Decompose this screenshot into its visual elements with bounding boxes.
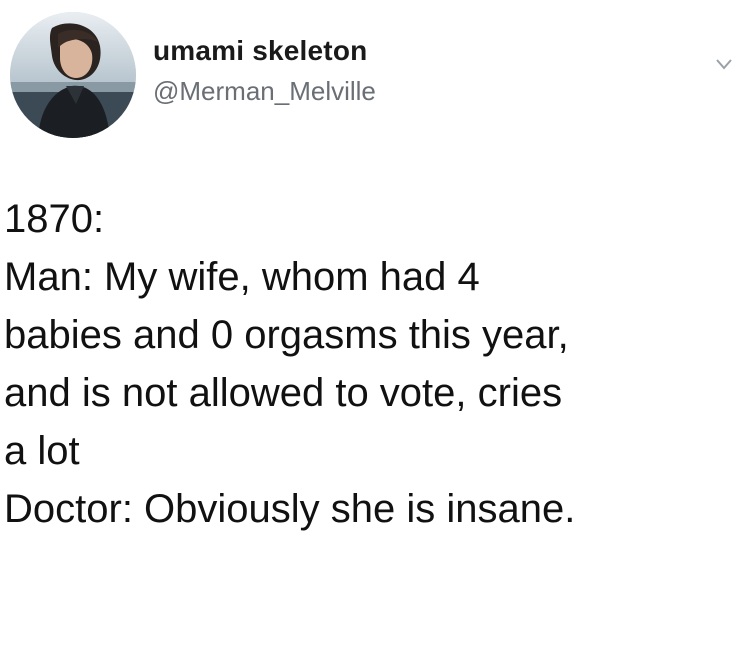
- chevron-down-icon[interactable]: [714, 56, 734, 76]
- tweet-text-line: babies and 0 orgasms this year,: [4, 313, 569, 357]
- avatar[interactable]: [10, 12, 136, 138]
- tweet-header: umami skeleton @Merman_Melville: [10, 12, 740, 142]
- tweet-text: 1870: Man: My wife, whom had 4 babies an…: [4, 190, 746, 538]
- author-names: umami skeleton @Merman_Melville: [153, 34, 376, 108]
- tweet-text-line: and is not allowed to vote, cries: [4, 371, 563, 415]
- tweet-text-line: Man: My wife, whom had 4: [4, 255, 480, 299]
- display-name[interactable]: umami skeleton: [153, 34, 376, 68]
- tweet-text-line: Doctor: Obviously she is insane.: [4, 487, 576, 531]
- avatar-photo: [10, 12, 136, 138]
- tweet-card: umami skeleton @Merman_Melville 1870: Ma…: [0, 0, 750, 657]
- tweet-text-line: a lot: [4, 429, 80, 473]
- user-handle[interactable]: @Merman_Melville: [153, 74, 376, 108]
- tweet-text-line: 1870:: [4, 197, 105, 241]
